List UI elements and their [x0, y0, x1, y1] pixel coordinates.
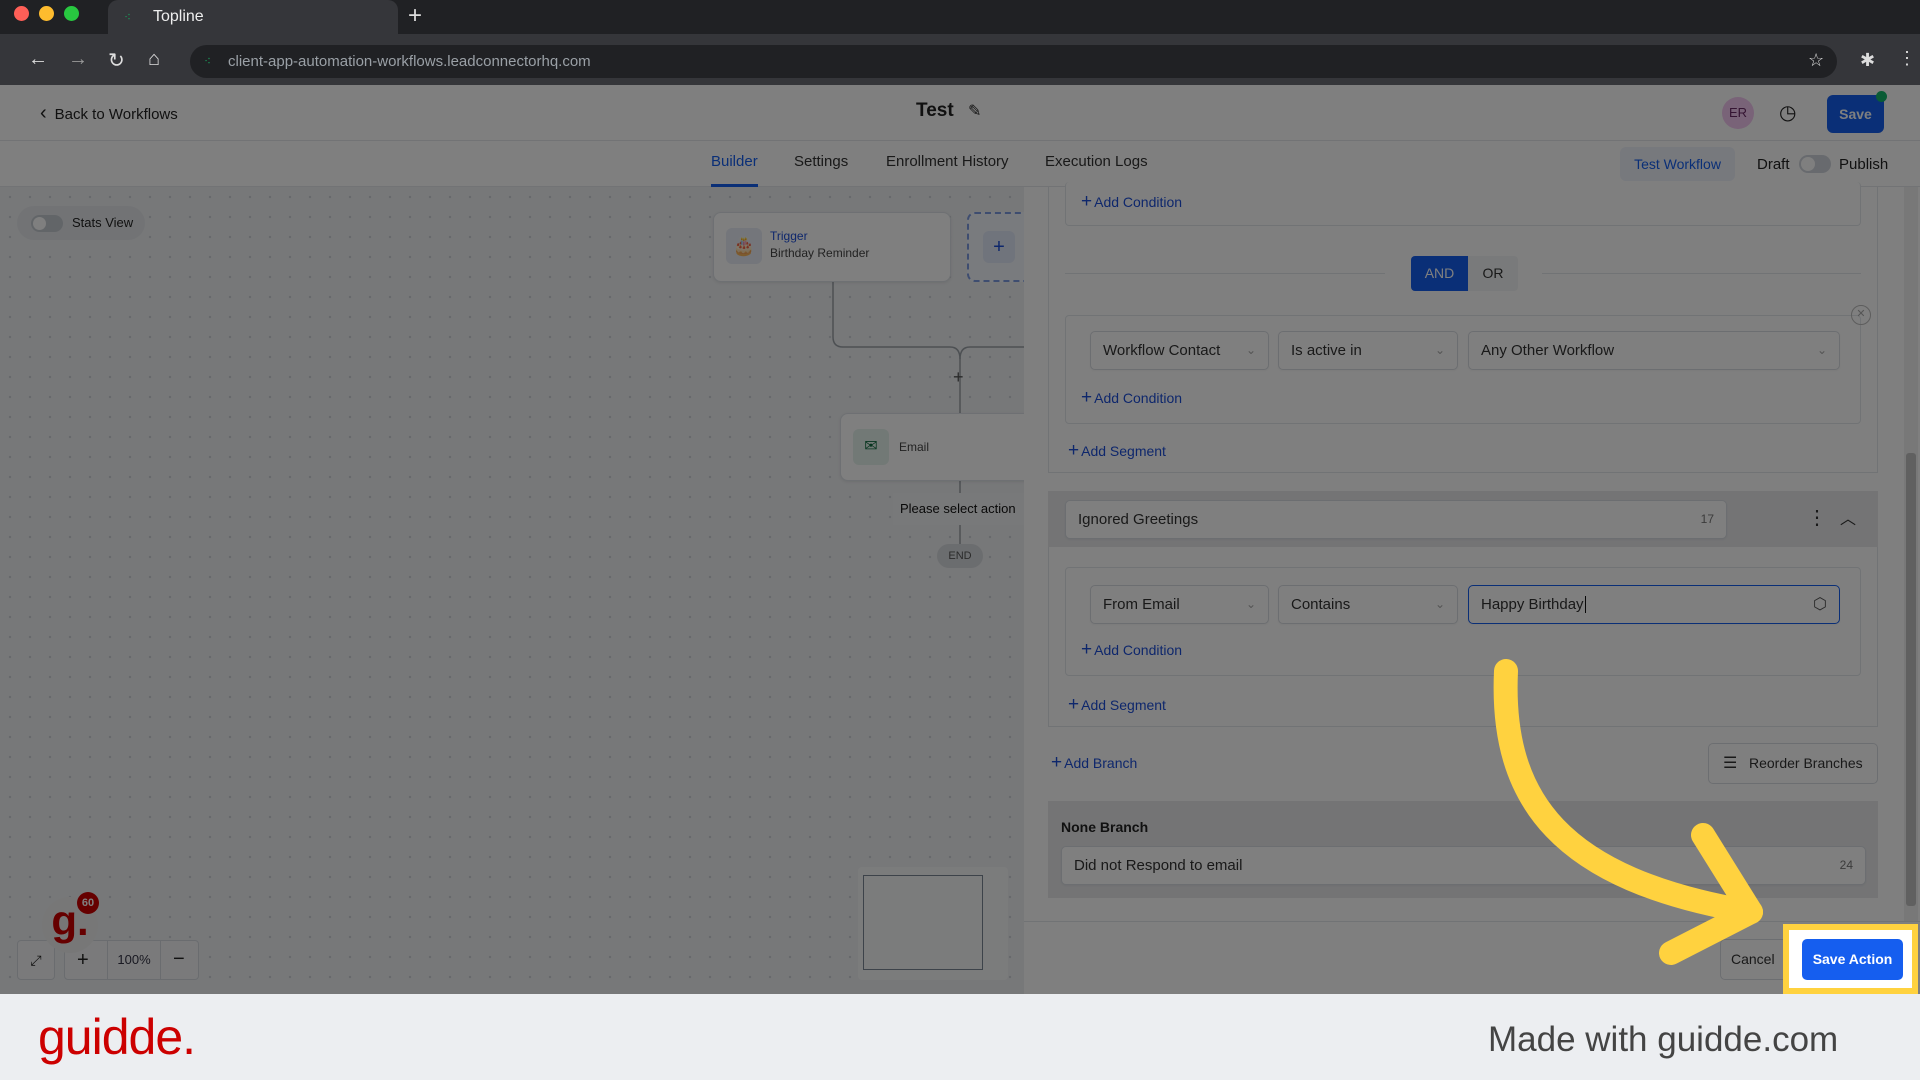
new-tab-button[interactable]: + — [408, 2, 422, 30]
back-icon[interactable]: ← — [28, 48, 48, 71]
tab-title: Topline — [153, 8, 204, 25]
bookmark-star-icon[interactable]: ☆ — [1808, 50, 1824, 71]
reload-icon[interactable]: ↻ — [108, 48, 125, 73]
browser-menu-icon[interactable]: ⋮ — [1898, 48, 1916, 69]
browser-tab-strip: ⁖ Topline + — [0, 0, 1920, 34]
browser-tab[interactable]: ⁖ Topline — [108, 0, 398, 34]
extensions-icon[interactable]: ✱ — [1860, 50, 1875, 71]
home-icon[interactable]: ⌂ — [148, 48, 160, 71]
site-icon: ⁖ — [204, 54, 212, 68]
minimize-window-button[interactable] — [39, 6, 54, 21]
address-bar[interactable]: ⁖ client-app-automation-workflows.leadcon… — [190, 45, 1837, 78]
save-action-button[interactable]: Save Action — [1802, 939, 1903, 980]
made-with-guidde: Made with guidde.com — [1488, 1020, 1839, 1059]
close-window-button[interactable] — [14, 6, 29, 21]
favicon-icon: ⁖ — [124, 10, 132, 24]
guidde-logo: guidde. — [38, 1009, 196, 1065]
dim-overlay — [0, 85, 1920, 994]
maximize-window-button[interactable] — [64, 6, 79, 21]
guidde-footer: guidde. Made with guidde.com — [0, 994, 1920, 1080]
forward-icon[interactable]: → — [68, 48, 88, 71]
url-text: client-app-automation-workflows.leadconn… — [228, 53, 591, 70]
